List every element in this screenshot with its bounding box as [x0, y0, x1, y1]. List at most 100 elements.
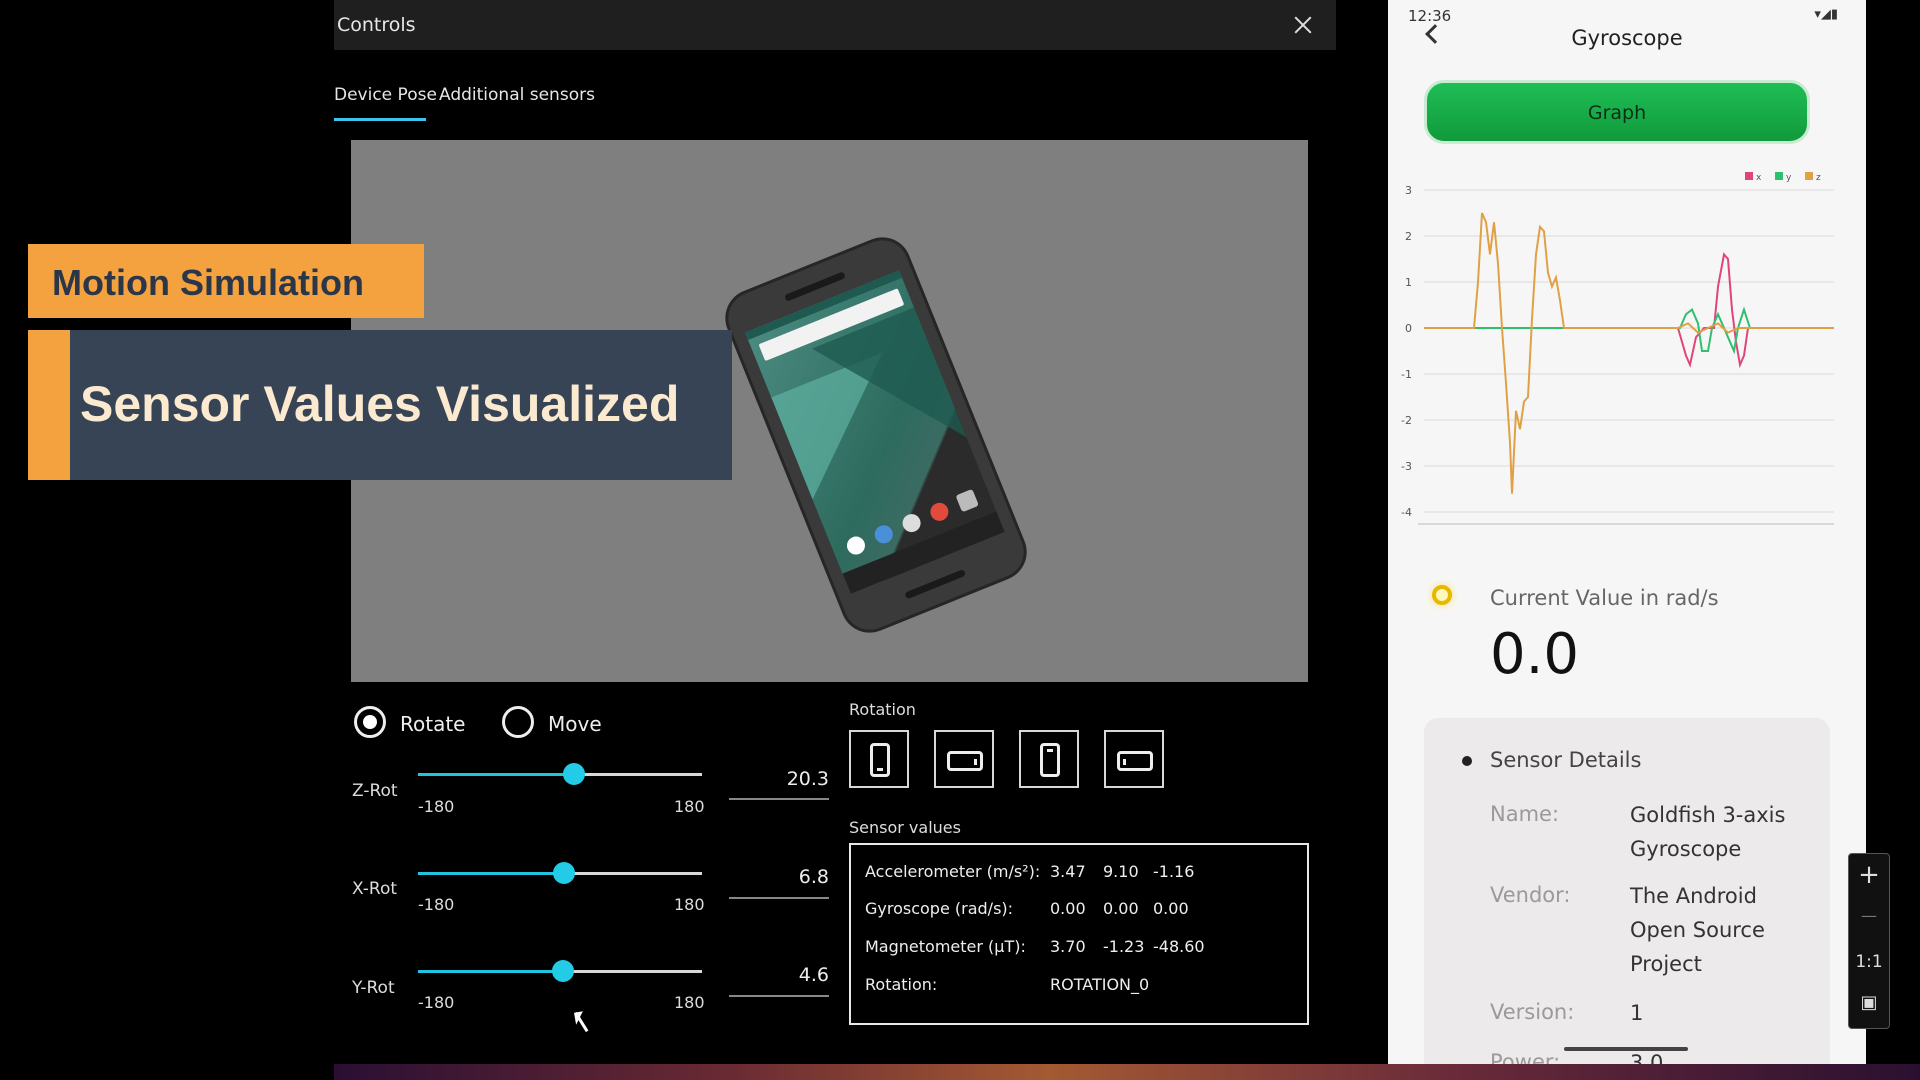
accelerometer-z: -1.16	[1153, 862, 1195, 881]
y-tick-label: 0	[1405, 322, 1412, 335]
rotation-portrait-button[interactable]	[849, 730, 909, 788]
emulator-zoom-panel: + — 1:1 ▣	[1848, 853, 1890, 1029]
virtual-device-model[interactable]	[720, 232, 1032, 638]
device-speaker-bottom	[904, 568, 967, 600]
zoom-ratio-button[interactable]: 1:1	[1849, 952, 1889, 972]
detail-key-version: Version:	[1490, 1000, 1575, 1024]
rotate-radio[interactable]	[354, 706, 386, 738]
accelerometer-x: 3.47	[1050, 862, 1086, 881]
x-rot-min: -180	[418, 895, 455, 914]
y-rot-label: Y-Rot	[352, 978, 395, 998]
screen-title: Gyroscope	[1571, 26, 1683, 50]
z-rot-slider-thumb[interactable]	[563, 763, 585, 785]
detail-key-power: Power:	[1490, 1050, 1561, 1064]
legend-label: z	[1816, 173, 1821, 183]
gyroscope-label: Gyroscope (rad/s):	[865, 899, 1014, 918]
portrait-icon	[870, 743, 890, 777]
fit-screen-icon[interactable]: ▣	[1849, 992, 1889, 1013]
device-screen	[745, 270, 1005, 595]
reverse-portrait-icon	[1040, 743, 1060, 777]
y-tick-label: -1	[1401, 368, 1412, 381]
legend-swatch	[1805, 172, 1813, 180]
y-rot-min: -180	[418, 993, 455, 1012]
current-value-label: Current Value in rad/s	[1490, 586, 1719, 610]
z-rot-value-input[interactable]: 20.3	[729, 768, 829, 790]
gyroscope-x: 0.00	[1050, 899, 1086, 918]
y-tick-label: -2	[1401, 414, 1412, 427]
current-value: 0.0	[1490, 622, 1580, 687]
move-radio[interactable]	[502, 706, 534, 738]
x-rot-value-input[interactable]: 6.8	[729, 866, 829, 888]
tab-device-pose[interactable]: Device Pose	[334, 85, 437, 105]
x-rot-slider-fill	[418, 872, 564, 875]
landscape-icon	[947, 751, 983, 771]
y-tick-label: 1	[1405, 276, 1412, 289]
x-rot-value-underline	[729, 897, 829, 899]
status-time: 12:36	[1408, 7, 1452, 25]
x-rot-slider[interactable]	[418, 862, 702, 884]
legend-label: x	[1756, 173, 1762, 183]
move-label[interactable]: Move	[548, 712, 602, 736]
magnetometer-label: Magnetometer (μT):	[865, 937, 1026, 956]
zoom-in-button[interactable]: +	[1849, 860, 1889, 890]
graph-button-label: Graph	[1587, 102, 1647, 124]
series-y-line	[1424, 306, 1834, 355]
y-rot-slider-fill	[418, 970, 563, 973]
legend-label: y	[1786, 173, 1792, 183]
home-indicator	[1564, 1047, 1688, 1051]
title-accent-bar	[28, 330, 70, 480]
status-icons: ▾◢▮	[1814, 7, 1838, 22]
sensor-values-visualized-text: Sensor Values Visualized	[80, 376, 680, 432]
series-z-line	[1424, 212, 1834, 494]
x-rot-label: X-Rot	[352, 879, 398, 899]
y-tick-label: -4	[1401, 506, 1412, 519]
y-rot-value-underline	[729, 995, 829, 997]
series-x-line	[1424, 252, 1834, 369]
detail-value-vendor: The Android Open Source Project	[1630, 884, 1765, 976]
sensor-values-label: Sensor values	[849, 818, 961, 837]
accelerometer-label: Accelerometer (m/s²):	[865, 862, 1041, 881]
z-rot-value-underline	[729, 798, 829, 800]
graph-button[interactable]: Graph	[1424, 80, 1810, 144]
z-rot-label: Z-Rot	[352, 781, 398, 801]
y-rot-slider[interactable]	[418, 960, 702, 982]
sensor-details-title: Sensor Details	[1490, 748, 1642, 772]
legend-swatch	[1745, 172, 1753, 180]
y-rot-slider-thumb[interactable]	[552, 960, 574, 982]
detail-value-name: Goldfish 3-axis Gyroscope	[1630, 803, 1786, 861]
rotation-reverse-portrait-button[interactable]	[1019, 730, 1079, 788]
motion-simulation-badge: Motion Simulation	[28, 244, 424, 318]
gyroscope-z: 0.00	[1153, 899, 1189, 918]
mobile-app-screen: 12:36 ▾◢▮ Gyroscope Graph x y z 3 2 1 0 -1 -2 -3…	[1388, 0, 1866, 1064]
y-rot-max: 180	[674, 993, 705, 1012]
magnetometer-x: 3.70	[1050, 937, 1086, 956]
rotate-label[interactable]: Rotate	[400, 712, 465, 736]
accelerometer-y: 9.10	[1103, 862, 1139, 881]
controls-window: Controls Device Pose Additional sensors	[334, 0, 1336, 1064]
rotation-reverse-landscape-button[interactable]	[1104, 730, 1164, 788]
z-rot-min: -180	[418, 797, 455, 816]
y-rot-value-input[interactable]: 4.6	[729, 964, 829, 986]
title-bar: Controls	[334, 0, 1336, 50]
current-value-indicator-icon	[1432, 585, 1452, 605]
sensor-values-visualized-banner: Sensor Values Visualized	[70, 330, 732, 480]
magnetometer-y: -1.23	[1103, 937, 1145, 956]
x-rot-max: 180	[674, 895, 705, 914]
rotation-value: ROTATION_0	[1050, 975, 1150, 994]
zoom-out-button[interactable]: —	[1849, 906, 1889, 925]
legend-swatch	[1775, 172, 1783, 180]
window-title: Controls	[337, 14, 416, 36]
z-rot-slider[interactable]	[418, 763, 702, 785]
z-rot-slider-fill	[418, 773, 574, 776]
x-rot-slider-thumb[interactable]	[553, 862, 575, 884]
gyroscope-y: 0.00	[1103, 899, 1139, 918]
rotation-landscape-button[interactable]	[934, 730, 994, 788]
detail-value-version: 1	[1630, 1001, 1644, 1025]
close-button[interactable]	[1290, 12, 1316, 38]
tab-additional-sensors[interactable]: Additional sensors	[439, 85, 595, 105]
rotation-label: Rotation	[849, 700, 916, 719]
mouse-cursor-icon	[574, 1011, 585, 1025]
detail-key-vendor: Vendor:	[1490, 883, 1571, 907]
active-tab-indicator	[334, 118, 426, 121]
rotation-value-label: Rotation:	[865, 975, 938, 994]
